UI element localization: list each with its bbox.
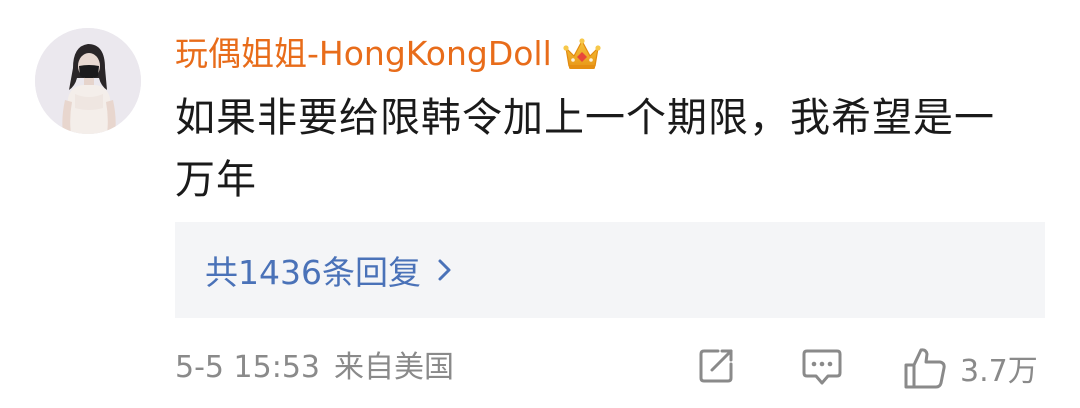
username-row: 玩偶姐姐-HongKongDoll — [175, 28, 602, 80]
comment-timestamp: 5-5 15:53 — [175, 350, 320, 385]
chevron-right-icon — [438, 259, 451, 281]
comment-location: 来自美国 — [334, 350, 454, 385]
comment-icon[interactable] — [801, 347, 843, 387]
like-count: 3.7万 — [960, 354, 1038, 389]
comment-text: 如果非要给限韩令加上一个期限，我希望是一万年 — [175, 95, 995, 203]
comment-meta: 5-5 15:53 来自美国 — [175, 344, 454, 392]
like-button[interactable]: 3.7万 — [902, 340, 1038, 396]
like-icon — [904, 348, 946, 389]
crown-badge-icon — [563, 38, 601, 69]
username[interactable]: 玩偶姐姐-HongKongDoll — [175, 28, 552, 80]
replies-count-label: 共1436条回复 — [205, 253, 421, 292]
share-icon[interactable] — [696, 346, 736, 386]
avatar[interactable] — [35, 28, 141, 134]
replies-link[interactable]: 共1436条回复 — [175, 222, 1045, 318]
